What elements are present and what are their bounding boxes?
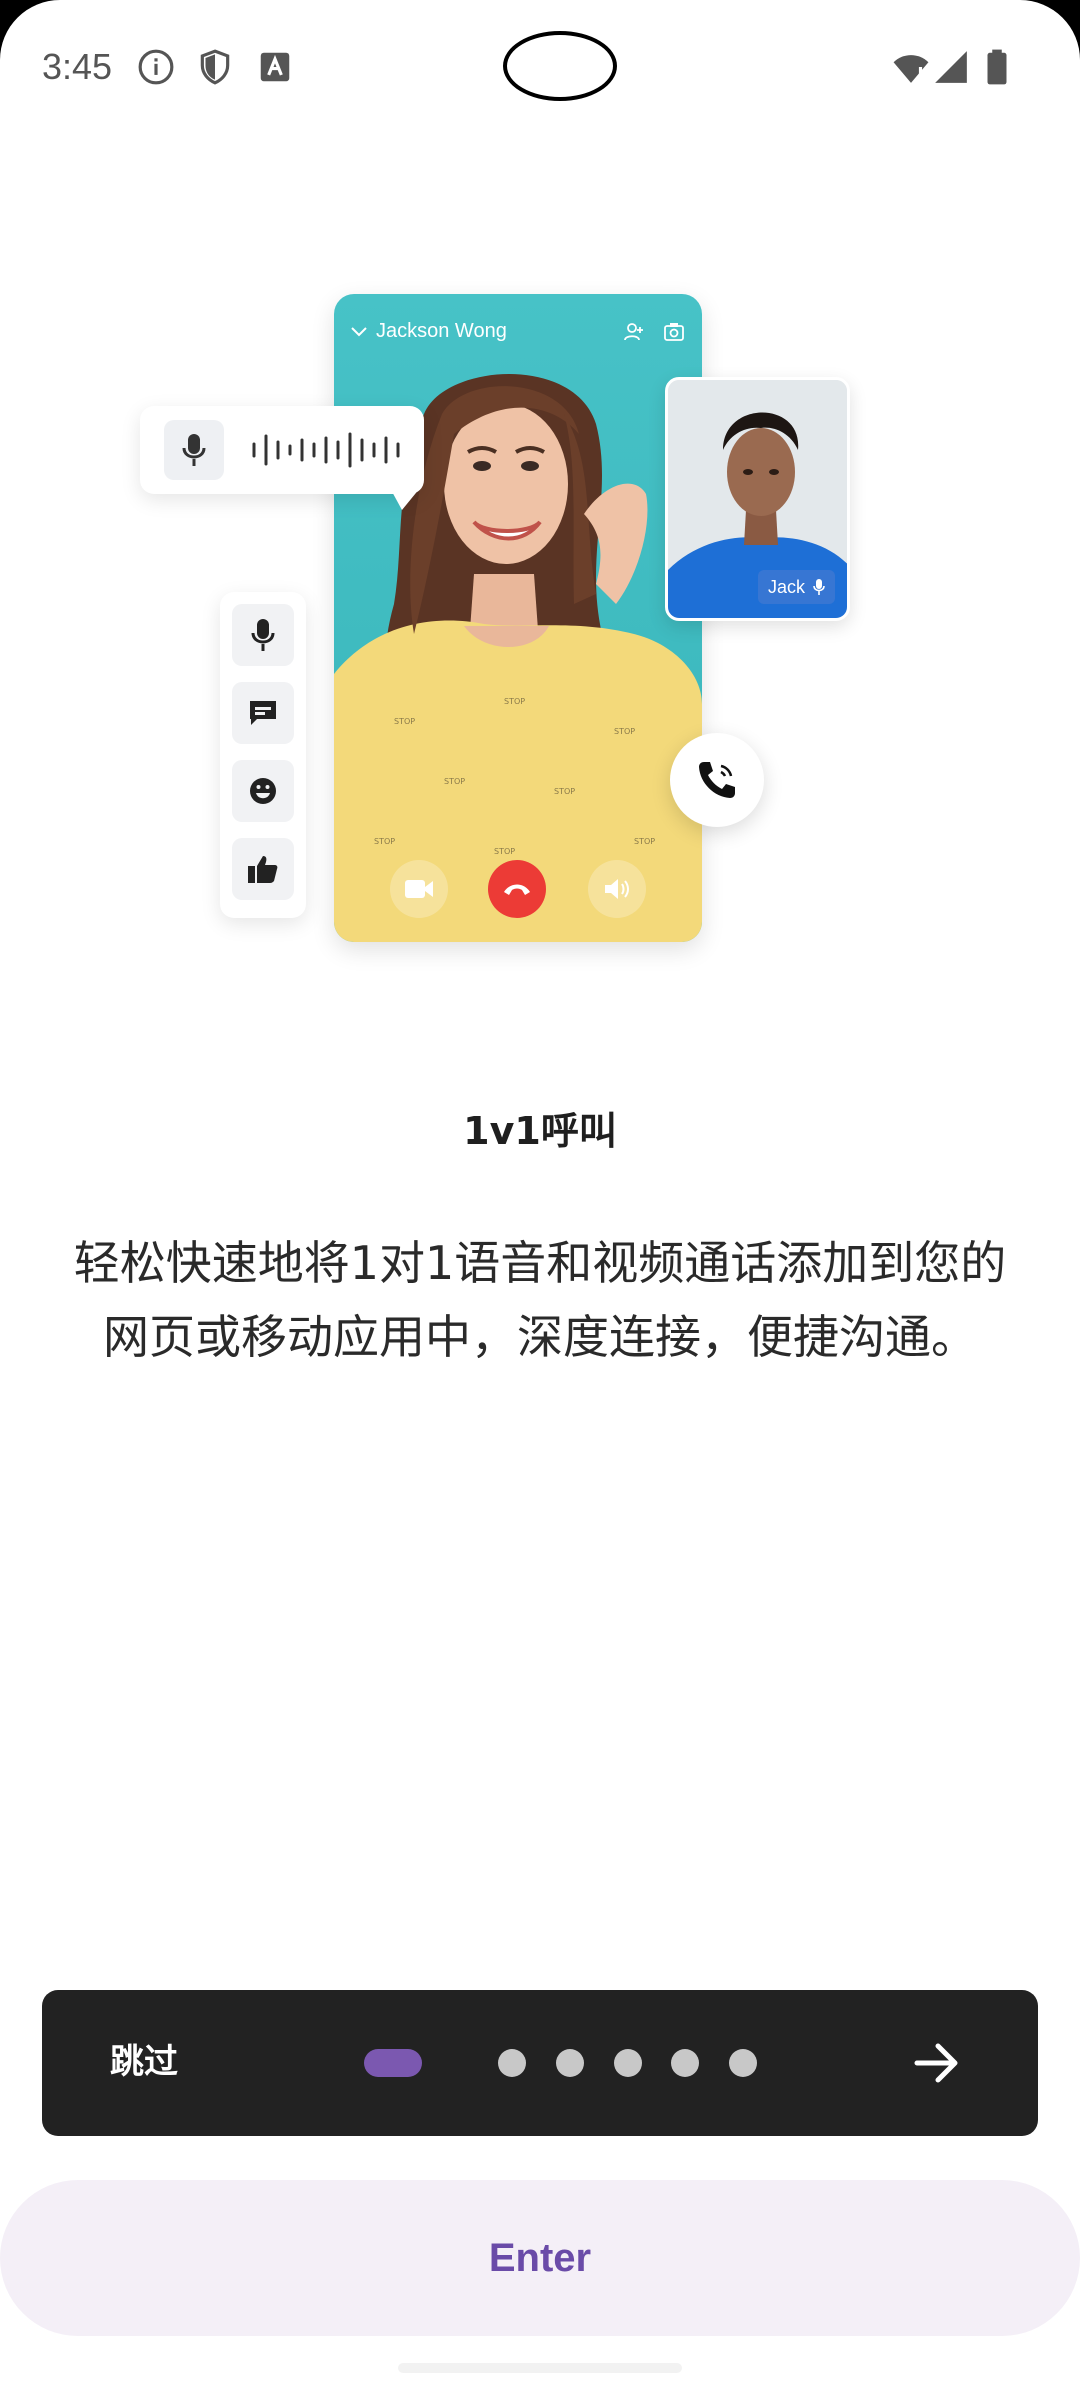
caller-name: Jackson Wong — [376, 320, 507, 342]
home-indicator[interactable] — [398, 2363, 682, 2373]
shield-icon — [200, 49, 230, 85]
enter-button[interactable]: Enter — [0, 2180, 1080, 2336]
svg-text:STOP: STOP — [634, 837, 655, 846]
audio-waveform-icon — [252, 432, 400, 468]
tool-like-button — [232, 838, 294, 900]
status-bar: 3:45 — [0, 0, 1080, 130]
page-dot-5[interactable] — [671, 2049, 699, 2077]
microphone-icon — [813, 579, 825, 595]
next-button[interactable] — [900, 2026, 974, 2100]
page-dot-3[interactable] — [556, 2049, 584, 2077]
status-time: 3:45 — [42, 46, 113, 87]
wifi-icon — [893, 55, 929, 83]
add-user-icon — [624, 323, 643, 341]
info-icon — [138, 49, 174, 85]
camera-cutout — [503, 31, 617, 101]
tool-chat-button — [232, 682, 294, 744]
microphone-icon — [182, 434, 206, 466]
tool-mic-button — [232, 604, 294, 666]
text-a-icon — [260, 52, 290, 82]
phone-hangup-icon — [504, 884, 530, 895]
phone-call-icon — [699, 762, 735, 798]
pip-name: Jack — [767, 576, 805, 597]
skip-button[interactable]: 跳过 — [110, 2034, 178, 2083]
pip-video-card: Jack — [665, 377, 850, 621]
svg-text:STOP: STOP — [394, 717, 415, 726]
voice-mic-box — [164, 420, 224, 480]
switch-camera-icon — [664, 323, 684, 341]
video-call-card: Jackson Wong STOP STOP STOP STOP STOP ST… — [334, 294, 702, 942]
side-toolbar — [220, 592, 306, 918]
voice-message-bubble — [140, 406, 424, 510]
bubble-tail — [390, 488, 420, 510]
microphone-icon — [251, 619, 275, 651]
tool-emoji-button — [232, 760, 294, 822]
onboarding-nav-panel: 跳过 — [42, 1990, 1038, 2136]
pip-name-tag: Jack — [757, 570, 835, 604]
page-dot-4[interactable] — [614, 2049, 642, 2077]
page-dot-2[interactable] — [498, 2049, 526, 2077]
svg-text:STOP: STOP — [554, 787, 575, 796]
video-camera-icon — [405, 880, 433, 898]
battery-icon — [987, 49, 1007, 85]
speaker-toggle-button — [588, 860, 646, 918]
call-controls — [334, 860, 702, 920]
page-dot-1[interactable] — [364, 2049, 422, 2077]
onboarding-screen: 3:45 Jackson Wong STOP STOP STOP STOP ST… — [0, 0, 1080, 2400]
feature-title: 1v1呼叫 — [463, 1109, 617, 1153]
svg-text:STOP: STOP — [444, 777, 465, 786]
svg-text:STOP: STOP — [494, 847, 515, 856]
page-dot-6[interactable] — [729, 2049, 757, 2077]
svg-text:STOP: STOP — [504, 697, 525, 706]
video-toggle-button — [390, 860, 448, 918]
floating-call-button — [670, 733, 764, 827]
hero-illustration: Jackson Wong STOP STOP STOP STOP STOP ST… — [130, 280, 870, 960]
thumbs-up-icon — [248, 856, 278, 883]
speaker-icon — [605, 879, 629, 899]
call-header: Jackson Wong — [350, 320, 686, 350]
signal-icon — [935, 51, 967, 83]
chat-icon — [250, 701, 276, 725]
emoji-icon — [250, 778, 276, 804]
chevron-down-icon — [351, 327, 367, 337]
svg-text:STOP: STOP — [614, 727, 635, 736]
svg-text:STOP: STOP — [374, 837, 395, 846]
arrow-right-icon — [914, 2043, 958, 2083]
feature-description: 轻松快速地将1对1语音和视频通话添加到您的网页或移动应用中，深度连接，便捷沟通。 — [73, 1236, 1007, 1364]
hangup-button — [488, 860, 546, 918]
